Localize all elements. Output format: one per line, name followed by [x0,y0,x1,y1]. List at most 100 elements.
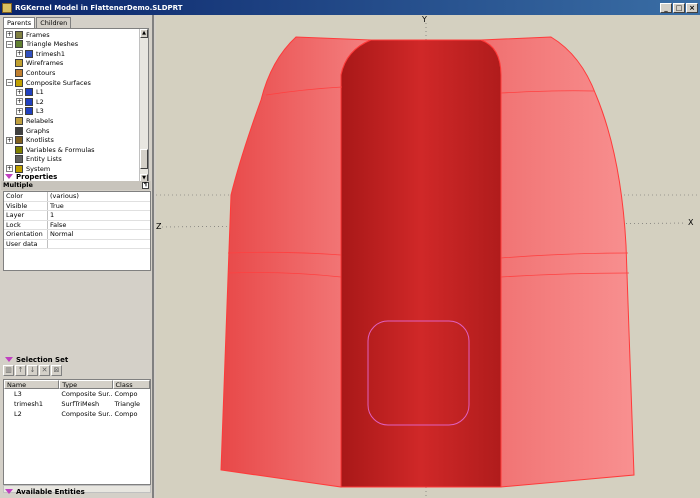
selection-toolbar: ▥ ↑ ↓ ✕ ⊠ [3,365,62,377]
relabel-icon [15,116,23,125]
tree-item-label: L2 [36,97,44,106]
property-row[interactable]: Color (various) [4,192,150,202]
model-view[interactable] [156,15,700,498]
properties-grid: Color (various) Visible True Layer 1 Lock False… [3,191,151,271]
window-title: RGKernel Model in FlattenerDemo.SLDPRT [15,3,183,12]
collapse-icon[interactable]: − [6,79,13,86]
tree-item-label: Wireframes [26,59,64,68]
tree-item-wireframes[interactable]: Wireframes [6,59,63,68]
expand-icon[interactable]: + [16,107,23,115]
right-surface[interactable] [480,36,635,488]
expand-icon[interactable]: + [16,50,23,58]
property-value[interactable] [48,240,150,249]
column-name[interactable]: Name [4,380,60,389]
maximize-button[interactable]: □ [673,2,685,13]
cell-class: Triangle [114,400,141,408]
properties-subheader: Multiple ¶ [1,181,151,190]
collapse-triangle-icon[interactable] [5,357,13,362]
middle-surface[interactable] [340,39,502,488]
selection-list[interactable]: Name Type Class L3 Composite Sur... Compo t… [3,379,151,485]
column-class[interactable]: Class [112,380,150,389]
entity-tree[interactable]: ▲ ▼ + Frames − Triangle Meshes + trimesh1 Wire… [3,28,149,184]
property-row[interactable]: Orientation Normal [4,230,150,240]
tree-item-l3[interactable]: + L3 [16,107,44,116]
tree-item-graphs[interactable]: Graphs [6,126,49,135]
tree-item-label: Contours [26,68,56,77]
cell-name: L3 [14,390,22,398]
list-item[interactable]: L3 Composite Sur... Compo [4,389,150,399]
column-type[interactable]: Type [59,380,113,389]
tree-item-relabels[interactable]: Relabels [6,116,53,125]
properties-title: Properties [16,172,58,181]
trimesh-icon [25,49,33,58]
tree-item-contours[interactable]: Contours [6,68,55,77]
property-value[interactable]: 1 [48,211,150,220]
pin-icon[interactable]: ¶ [142,182,149,189]
tree-item-label: Entity Lists [26,155,62,164]
available-entities-header[interactable]: Available Entities [1,487,151,496]
surface-l-icon [25,107,33,116]
variable-icon [15,145,23,154]
selection-set-header[interactable]: Selection Set [1,355,151,364]
tree-item-triangle-meshes[interactable]: − Triangle Meshes [6,40,78,49]
list-icon [15,155,23,164]
property-row[interactable]: User data [4,239,150,249]
surface-l-icon [25,88,33,97]
cell-name: L2 [14,410,22,418]
minimize-button[interactable]: _ [660,2,672,13]
list-item[interactable]: trimesh1 SurfTriMesh Triangle [4,399,150,409]
tree-item-entity-lists[interactable]: Entity Lists [6,155,62,164]
tree-item-label: Composite Surfaces [26,78,91,87]
cell-type: SurfTriMesh [61,400,100,408]
remove-icon[interactable]: ✕ [39,365,50,376]
arrow-up-icon[interactable]: ↑ [15,365,26,376]
tree-item-label: L1 [36,88,44,97]
columns-icon[interactable]: ▥ [3,365,14,376]
3d-viewport[interactable]: Y X Z [156,15,700,498]
tree-item-label: L3 [36,107,44,116]
tree-item-variables-formulas[interactable]: Variables & Formulas [6,145,95,154]
window-controls: _ □ × [660,2,698,13]
collapse-icon[interactable]: − [6,40,13,48]
left-pane: Parents Children ▲ ▼ + Frames − Triangle Me… [0,15,154,498]
contour-icon [15,68,23,77]
property-value[interactable]: (various) [48,192,150,201]
expand-icon[interactable]: + [6,136,13,144]
expand-icon[interactable]: + [16,98,23,106]
tab-children[interactable]: Children [36,17,72,28]
app-icon [2,2,12,13]
property-row[interactable]: Layer 1 [4,211,150,221]
tree-scrollbar[interactable]: ▲ ▼ [139,29,148,183]
property-row[interactable]: Lock False [4,220,150,230]
tree-item-knotlists[interactable]: + Knotlists [6,136,54,145]
expand-icon[interactable]: + [16,88,23,96]
tree-item-trimesh1[interactable]: + trimesh1 [16,49,65,58]
collapse-triangle-icon[interactable] [5,174,13,179]
scroll-thumb[interactable] [140,149,148,169]
properties-header[interactable]: Properties [1,172,151,181]
tree-tabs: Parents Children [3,17,72,29]
mesh-icon [15,40,23,49]
tree-item-label: Frames [26,30,50,39]
cell-type: Composite Sur... [61,410,113,418]
tree-item-l1[interactable]: + L1 [16,88,44,97]
property-key: Lock [4,220,48,229]
clear-icon[interactable]: ⊠ [51,365,62,376]
tree-item-l2[interactable]: + L2 [16,97,44,106]
list-item[interactable]: L2 Composite Sur... Compo [4,409,150,419]
scroll-up-icon[interactable]: ▲ [140,29,148,38]
property-key: User data [4,239,48,248]
frames-icon [15,30,23,39]
selection-set-title: Selection Set [16,355,69,364]
arrow-down-icon[interactable]: ↓ [27,365,38,376]
property-value[interactable]: True [48,202,150,211]
close-button[interactable]: × [686,2,698,13]
property-value[interactable]: Normal [48,230,150,239]
property-row[interactable]: Visible True [4,201,150,211]
tree-item-composite-surfaces[interactable]: − Composite Surfaces [6,78,91,87]
collapse-triangle-icon[interactable] [5,489,13,494]
property-value[interactable]: False [48,221,150,230]
expand-icon[interactable]: + [6,31,13,38]
x-axis-label: X [688,218,694,227]
tree-item-frames[interactable]: + Frames [6,30,50,39]
